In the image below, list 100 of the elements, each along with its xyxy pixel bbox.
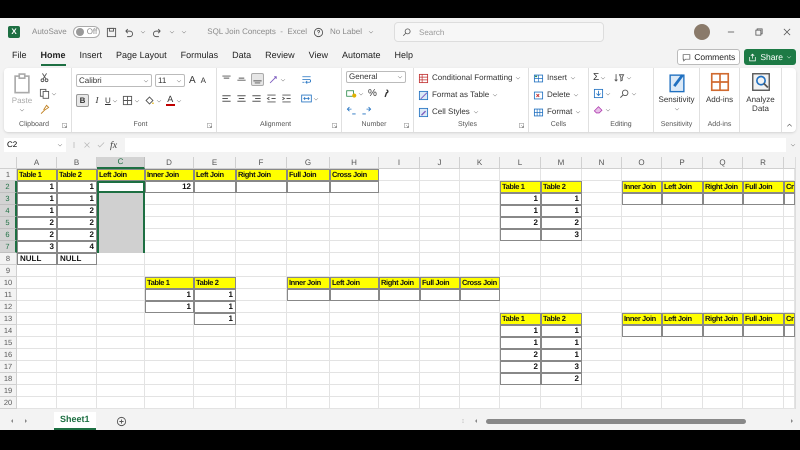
table-cell[interactable]: 1 (145, 289, 194, 301)
underline-button[interactable]: U (105, 94, 118, 107)
table-cell[interactable] (500, 229, 541, 241)
caret-icon[interactable] (140, 29, 146, 35)
table-cell[interactable] (97, 181, 145, 193)
empty-cell[interactable] (662, 229, 703, 241)
fill-color-button[interactable] (144, 94, 162, 108)
caret-icon[interactable] (156, 98, 162, 104)
empty-cell[interactable] (743, 373, 784, 385)
empty-cell[interactable] (287, 385, 330, 397)
percent-button[interactable]: % (368, 86, 377, 101)
column-header[interactable]: C (97, 157, 145, 169)
expand-formula-bar-icon[interactable] (790, 142, 796, 148)
empty-cell[interactable] (662, 265, 703, 277)
caret-icon[interactable] (605, 106, 611, 112)
empty-cell[interactable] (541, 289, 582, 301)
empty-cell[interactable] (57, 361, 97, 373)
autosave-toggle[interactable]: Off (72, 26, 100, 38)
restore-icon[interactable] (754, 27, 764, 37)
column-header[interactable]: K (460, 157, 500, 169)
empty-cell[interactable] (582, 301, 622, 313)
table-cell[interactable] (330, 289, 379, 301)
italic-button[interactable]: I (93, 94, 101, 108)
caret-icon[interactable] (570, 75, 576, 81)
empty-cell[interactable] (330, 253, 379, 265)
empty-cell[interactable] (420, 253, 460, 265)
merge-button[interactable] (301, 92, 319, 105)
bottom-align-button[interactable] (251, 73, 264, 86)
empty-cell[interactable] (145, 325, 194, 337)
empty-cell[interactable] (420, 181, 460, 193)
empty-cell[interactable] (743, 265, 784, 277)
column-header[interactable]: G (287, 157, 330, 169)
customize-caret-icon[interactable] (181, 29, 188, 35)
table-cell[interactable]: 2 (57, 205, 97, 217)
empty-cell[interactable] (236, 373, 287, 385)
caret-icon[interactable] (176, 78, 182, 84)
table-cell[interactable] (236, 181, 287, 193)
empty-cell[interactable] (622, 217, 662, 229)
table-cell[interactable]: NULL (17, 253, 57, 265)
grow-font-button[interactable]: A (188, 73, 197, 88)
column-header[interactable]: I (379, 157, 420, 169)
table-cell[interactable] (330, 181, 379, 193)
empty-cell[interactable] (662, 241, 703, 253)
empty-cell[interactable] (379, 253, 420, 265)
empty-cell[interactable] (57, 277, 97, 289)
empty-cell[interactable] (420, 217, 460, 229)
empty-cell[interactable] (582, 169, 622, 181)
empty-cell[interactable] (460, 169, 500, 181)
enter-icon[interactable] (96, 140, 106, 150)
empty-cell[interactable] (703, 229, 743, 241)
table-cell[interactable] (662, 193, 703, 205)
table-cell[interactable]: 2 (57, 217, 97, 229)
empty-cell[interactable] (194, 349, 236, 361)
analyze-data-button[interactable]: Analyze Data (744, 71, 777, 113)
caret-icon[interactable] (112, 98, 118, 104)
column-header[interactable]: N (582, 157, 622, 169)
caret-icon[interactable] (134, 98, 140, 104)
empty-cell[interactable] (420, 373, 460, 385)
menu-tab[interactable]: Insert (80, 48, 102, 66)
empty-cell[interactable] (420, 169, 460, 181)
cell-styles-button[interactable]: Cell Styles (418, 105, 522, 119)
empty-cell[interactable] (662, 373, 703, 385)
empty-cell[interactable] (662, 361, 703, 373)
empty-cell[interactable] (420, 241, 460, 253)
empty-cell[interactable] (287, 325, 330, 337)
empty-cell[interactable] (97, 337, 145, 349)
empty-cell[interactable] (330, 241, 379, 253)
column-header[interactable]: P (662, 157, 703, 169)
empty-cell[interactable] (420, 385, 460, 397)
increase-indent-button[interactable] (281, 92, 292, 105)
table-cell[interactable]: 1 (194, 313, 236, 325)
cancel-icon[interactable] (82, 140, 92, 150)
empty-cell[interactable] (420, 349, 460, 361)
empty-cell[interactable] (622, 253, 662, 265)
empty-cell[interactable] (460, 241, 500, 253)
caret-icon[interactable] (143, 78, 149, 84)
table-cell[interactable]: 1 (500, 325, 541, 337)
empty-cell[interactable] (330, 385, 379, 397)
empty-cell[interactable] (703, 373, 743, 385)
table-cell[interactable]: 1 (500, 205, 541, 217)
table-cell[interactable]: 1 (17, 205, 57, 217)
empty-cell[interactable] (622, 277, 662, 289)
empty-cell[interactable] (379, 241, 420, 253)
redo-icon[interactable] (152, 26, 164, 38)
close-icon[interactable] (782, 27, 792, 37)
empty-cell[interactable] (582, 253, 622, 265)
caret-icon[interactable] (573, 92, 580, 98)
empty-cell[interactable] (379, 229, 420, 241)
empty-cell[interactable] (662, 253, 703, 265)
empty-cell[interactable] (622, 265, 662, 277)
empty-cell[interactable] (460, 385, 500, 397)
increase-decimal-button[interactable] (346, 104, 357, 117)
table-cell[interactable]: 3 (541, 229, 582, 241)
table-cell[interactable]: 2 (17, 217, 57, 229)
empty-cell[interactable] (379, 385, 420, 397)
caret-icon[interactable] (600, 74, 606, 80)
table-cell[interactable]: 1 (541, 193, 582, 205)
empty-cell[interactable] (622, 241, 662, 253)
table-cell[interactable] (784, 325, 795, 337)
empty-cell[interactable] (330, 229, 379, 241)
